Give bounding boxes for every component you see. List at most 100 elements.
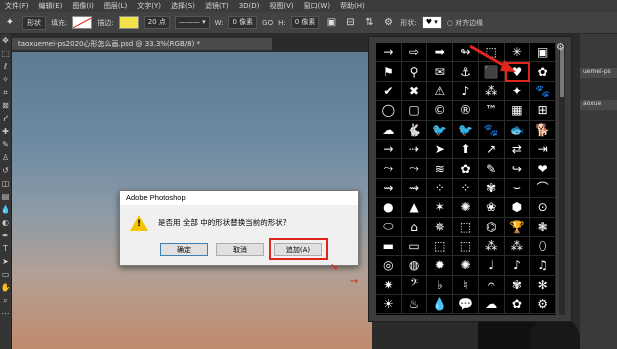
shape-cell[interactable]: 𝄢 <box>401 275 428 296</box>
shape-tool-icon-side[interactable]: ▭ <box>0 268 11 281</box>
shape-cell[interactable]: ✹ <box>427 256 454 276</box>
shape-cell[interactable]: ✾ <box>478 178 505 199</box>
text-tool-icon[interactable]: T <box>0 242 11 255</box>
shape-cell[interactable]: 𝄐 <box>478 275 505 296</box>
align-icon[interactable]: ⊟ <box>343 16 357 30</box>
shape-cell[interactable]: ➤ <box>427 139 454 160</box>
dodge-icon[interactable]: ◐ <box>0 216 11 229</box>
shape-cell[interactable]: ▢ <box>401 101 428 121</box>
shape-cell[interactable]: ⬢ <box>504 198 531 218</box>
shape-cell[interactable]: ⁂ <box>504 236 531 257</box>
shape-cell[interactable]: © <box>427 101 454 121</box>
shape-select[interactable]: ♥ ▾ <box>421 16 442 29</box>
shape-cell[interactable]: ⬚ <box>427 236 454 257</box>
height-input[interactable]: 0 像素 <box>290 16 320 29</box>
shape-cell[interactable]: ✻ <box>530 275 556 296</box>
zoom-tool-icon[interactable]: ⌕ <box>0 294 11 307</box>
shape-cell[interactable]: ☀ <box>376 295 402 315</box>
frame-tool-icon[interactable]: ⊠ <box>0 99 11 112</box>
fill-swatch[interactable] <box>72 16 93 29</box>
menu-help[interactable]: 帮助(H) <box>335 1 370 11</box>
eraser-icon[interactable]: ◫ <box>0 177 11 190</box>
shape-cell[interactable]: ⚠ <box>427 81 454 102</box>
blur-icon[interactable]: 💧 <box>0 203 11 216</box>
menu-image[interactable]: 图像(I) <box>67 1 99 11</box>
shape-cell[interactable]: ♪ <box>453 81 479 102</box>
shape-cell[interactable]: ▭ <box>401 236 428 257</box>
document-tab[interactable]: taoxuemei-ps2020心形怎么画.psd @ 33.3%(RGB/8)… <box>12 38 272 50</box>
shape-cell[interactable]: ☁ <box>478 295 505 315</box>
shape-cell[interactable]: 🐟 <box>504 120 531 140</box>
history-brush-icon[interactable]: ↺ <box>0 164 11 177</box>
shape-cell[interactable]: ⚙ <box>530 295 556 315</box>
shape-cell[interactable]: ☁ <box>376 120 402 140</box>
shape-cell[interactable]: ❀ <box>478 198 505 218</box>
stamp-tool-icon[interactable]: ♙ <box>0 151 11 164</box>
gradient-icon[interactable]: ▤ <box>0 190 11 203</box>
link-label[interactable]: GO <box>262 19 273 27</box>
shape-cell[interactable]: ⇝ <box>376 178 402 199</box>
width-input[interactable]: 0 像素 <box>228 16 258 29</box>
shape-cell[interactable]: ♮ <box>453 275 479 296</box>
shape-cell[interactable]: ⇥ <box>530 139 556 160</box>
settings-icon[interactable]: ⚙ <box>381 16 395 30</box>
shape-cell[interactable]: ⬚ <box>453 236 479 257</box>
shape-cell[interactable]: ⇄ <box>504 139 531 160</box>
menu-window[interactable]: 窗口(W) <box>299 1 335 11</box>
shape-cell[interactable]: ⇢ <box>401 139 428 160</box>
shape-cell[interactable]: ⌣ <box>504 178 531 199</box>
menu-view[interactable]: 视图(V) <box>264 1 298 11</box>
stroke-type-select[interactable]: ——— ▾ <box>174 16 210 29</box>
shape-cell[interactable]: ⇨ <box>401 43 428 63</box>
shape-cell[interactable]: ➡ <box>427 43 454 63</box>
shape-cell[interactable]: ⁘ <box>453 178 479 199</box>
shape-cell[interactable]: ♭ <box>427 275 454 296</box>
arrange-icon[interactable]: ⇅ <box>362 16 376 30</box>
hand-tool-icon[interactable]: ✋ <box>0 281 11 294</box>
shape-cell[interactable]: ⤳ <box>401 159 428 179</box>
shape-cell[interactable]: 🐦 <box>453 120 479 140</box>
eyedropper-icon[interactable]: ᓯ <box>0 112 11 125</box>
shape-cell[interactable]: ▣ <box>530 43 556 63</box>
shape-cell[interactable]: ♩ <box>478 256 505 276</box>
shape-cell[interactable]: ✺ <box>453 198 479 218</box>
shape-cell[interactable]: 💧 <box>427 295 454 315</box>
shape-cell[interactable]: ↪ <box>504 159 531 179</box>
shape-cell[interactable]: ✦ <box>504 81 531 102</box>
marquee-tool-icon[interactable]: ⬚ <box>0 47 11 60</box>
path-select-icon[interactable]: ➤ <box>0 255 11 268</box>
shape-cell[interactable]: ® <box>453 101 479 121</box>
picker-scrollbar[interactable] <box>559 43 565 315</box>
shape-cell[interactable]: ♨ <box>401 295 428 315</box>
menu-type[interactable]: 文字(Y) <box>132 1 166 11</box>
shape-cell[interactable]: 🏆 <box>504 217 531 237</box>
cancel-button[interactable]: 取消 <box>216 243 264 256</box>
healing-brush-icon[interactable]: ✚ <box>0 125 11 138</box>
shape-cell[interactable]: ✖ <box>401 81 428 102</box>
shape-cell[interactable]: ❤ <box>530 159 556 179</box>
shape-cell[interactable]: 🐇 <box>401 120 428 140</box>
shape-cell[interactable]: ▲ <box>401 198 428 218</box>
shape-cell[interactable]: ✿ <box>530 62 556 82</box>
shape-cell[interactable]: ◍ <box>401 256 428 276</box>
shape-cell[interactable]: ✶ <box>427 198 454 218</box>
shape-cell[interactable]: ◯ <box>376 101 402 121</box>
right-panel-tab-1[interactable]: uemei-ps <box>580 68 617 78</box>
shape-cell[interactable]: ⬭ <box>376 217 402 237</box>
shape-cell[interactable]: ✎ <box>478 159 505 179</box>
shape-cell[interactable]: 🐾 <box>530 81 556 102</box>
ok-button[interactable]: 确定 <box>160 243 208 256</box>
move-tool-icon[interactable]: ✥ <box>0 34 11 47</box>
menu-3d[interactable]: 3D(D) <box>234 2 265 10</box>
menu-edit[interactable]: 编辑(E) <box>34 1 68 11</box>
shape-cell[interactable]: ✺ <box>453 256 479 276</box>
lasso-tool-icon[interactable]: ℓ <box>0 60 11 73</box>
magic-wand-icon[interactable]: ✧ <box>0 73 11 86</box>
brush-tool-icon[interactable]: ✎ <box>0 138 11 151</box>
shape-cell[interactable]: 💬 <box>453 295 479 315</box>
crop-tool-icon[interactable]: ⌗ <box>0 86 11 99</box>
shape-cell[interactable]: ♫ <box>530 256 556 276</box>
shape-cell[interactable]: ⬆ <box>453 139 479 160</box>
menu-select[interactable]: 选择(S) <box>166 1 200 11</box>
shape-cell[interactable]: ⌂ <box>401 217 428 237</box>
